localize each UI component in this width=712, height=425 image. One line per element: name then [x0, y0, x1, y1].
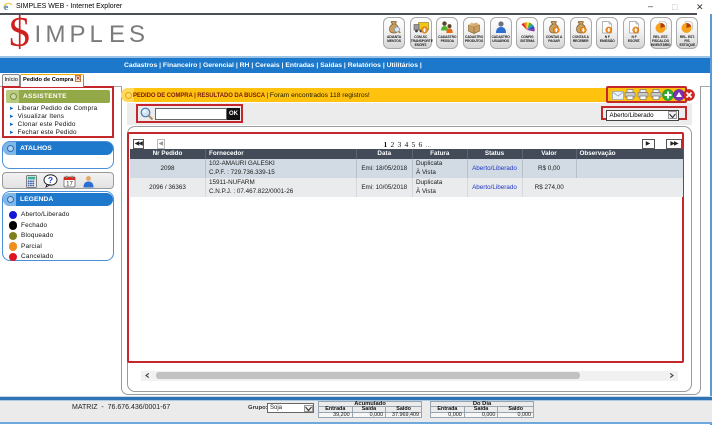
svg-text:17: 17: [66, 181, 73, 187]
svg-text:?: ?: [48, 175, 53, 185]
